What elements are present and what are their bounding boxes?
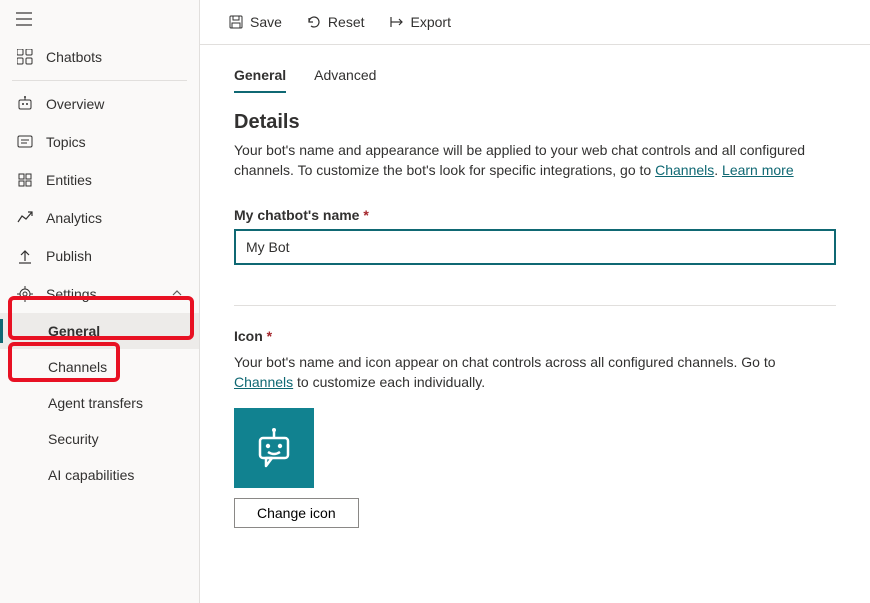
analytics-icon	[16, 209, 34, 227]
save-label: Save	[250, 14, 282, 30]
bot-icon-preview	[234, 408, 314, 488]
channels-link[interactable]: Channels	[655, 162, 714, 178]
icon-label-text: Icon	[234, 328, 267, 344]
topics-icon	[16, 133, 34, 151]
sidebar-item-publish[interactable]: Publish	[0, 237, 199, 275]
sidebar-item-topics[interactable]: Topics	[0, 123, 199, 161]
hamburger-icon	[16, 12, 32, 26]
sidebar-sub-label-ai: AI capabilities	[48, 467, 134, 483]
learn-more-link[interactable]: Learn more	[722, 162, 794, 178]
sidebar-label-publish: Publish	[46, 248, 92, 264]
sidebar-item-entities[interactable]: Entities	[0, 161, 199, 199]
tabs: General Advanced	[234, 63, 836, 93]
toolbar: Save Reset Export	[200, 0, 870, 45]
tab-advanced[interactable]: Advanced	[314, 63, 376, 93]
sidebar-label-topics: Topics	[46, 134, 86, 150]
bot-icon	[16, 95, 34, 113]
sidebar-item-overview[interactable]: Overview	[0, 85, 199, 123]
save-icon	[228, 14, 244, 30]
main-content: Save Reset Export General	[200, 0, 870, 603]
sidebar-sub-label-security: Security	[48, 431, 99, 447]
sidebar-label-analytics: Analytics	[46, 210, 102, 226]
reset-button[interactable]: Reset	[296, 8, 375, 36]
publish-icon	[16, 247, 34, 265]
sidebar-sub-label-general: General	[48, 323, 100, 339]
sidebar-sub-label-channels: Channels	[48, 359, 107, 375]
sidebar: Chatbots Overview Topics Entities	[0, 0, 200, 603]
icon-desc-text1: Your bot's name and icon appear on chat …	[234, 354, 776, 370]
sidebar-item-settings[interactable]: Settings	[0, 275, 199, 313]
export-button[interactable]: Export	[379, 8, 461, 36]
details-description: Your bot's name and appearance will be a…	[234, 140, 836, 181]
export-label: Export	[411, 14, 451, 30]
entities-icon	[16, 171, 34, 189]
details-sep: .	[714, 162, 722, 178]
required-asterisk: *	[363, 207, 368, 223]
sidebar-sub-security[interactable]: Security	[0, 421, 199, 457]
icon-desc-text2: to customize each individually.	[293, 374, 485, 390]
tab-general-label: General	[234, 67, 286, 83]
section-divider	[234, 305, 836, 306]
sidebar-label-chatbots: Chatbots	[46, 49, 102, 65]
sidebar-item-analytics[interactable]: Analytics	[0, 199, 199, 237]
change-icon-button[interactable]: Change icon	[234, 498, 359, 528]
hamburger-menu[interactable]	[0, 0, 199, 38]
export-icon	[389, 14, 405, 30]
bot-avatar-icon	[250, 424, 298, 472]
tab-advanced-label: Advanced	[314, 67, 376, 83]
sidebar-sub-channels[interactable]: Channels	[0, 349, 199, 385]
change-icon-label: Change icon	[257, 505, 336, 521]
grid-icon	[16, 48, 34, 66]
bot-name-input[interactable]	[234, 229, 836, 265]
icon-description: Your bot's name and icon appear on chat …	[234, 352, 836, 393]
gear-icon	[16, 285, 34, 303]
channels-link-2[interactable]: Channels	[234, 374, 293, 390]
sidebar-label-entities: Entities	[46, 172, 92, 188]
sidebar-label-overview: Overview	[46, 96, 104, 112]
sidebar-sub-general[interactable]: General	[0, 313, 199, 349]
sidebar-item-chatbots[interactable]: Chatbots	[0, 38, 199, 76]
required-asterisk: *	[267, 328, 272, 344]
icon-field-label: Icon *	[234, 328, 836, 344]
divider	[12, 80, 187, 81]
reset-icon	[306, 14, 322, 30]
details-heading: Details	[234, 111, 836, 134]
save-button[interactable]: Save	[218, 8, 292, 36]
reset-label: Reset	[328, 14, 365, 30]
sidebar-sub-agent-transfers[interactable]: Agent transfers	[0, 385, 199, 421]
sidebar-sub-label-agent-transfers: Agent transfers	[48, 395, 143, 411]
sidebar-sub-ai-capabilities[interactable]: AI capabilities	[0, 457, 199, 493]
tab-general[interactable]: General	[234, 63, 286, 93]
chevron-up-icon	[171, 286, 183, 302]
name-field-label: My chatbot's name *	[234, 207, 836, 223]
name-label-text: My chatbot's name	[234, 207, 363, 223]
sidebar-label-settings: Settings	[46, 286, 97, 302]
